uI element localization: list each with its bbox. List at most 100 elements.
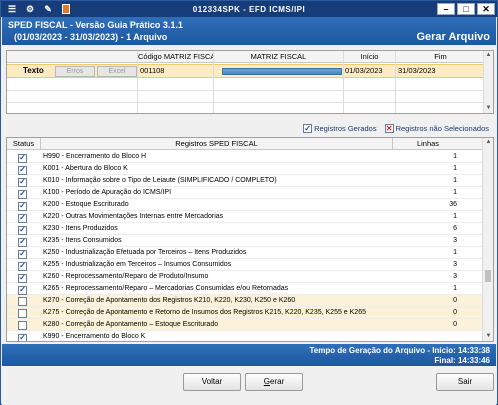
col-fim: Fim	[395, 51, 485, 63]
record-description: K100 - Período de Apuração do ICMS/IPI	[43, 189, 172, 196]
header-action-label: Gerar Arquivo	[416, 31, 490, 43]
settings-icon[interactable]: ⚙	[23, 3, 37, 15]
record-description: K270 - Correção de Apontamento dos Regis…	[43, 297, 296, 304]
table-row[interactable]: ✓ K230 - Itens Produzidos 6	[7, 223, 483, 235]
codigo-cell: 001108	[140, 66, 165, 75]
record-description: K235 - Itens Consumidos	[43, 237, 122, 244]
col-inicio: Início	[343, 51, 395, 63]
scroll-down-icon[interactable]: ▼	[484, 104, 493, 113]
grid-divider	[343, 51, 344, 113]
table-row[interactable]: ✓ K250 - Industrialização Efetuada por Te…	[7, 247, 483, 259]
close-button[interactable]: ✕	[477, 3, 495, 15]
unchecked-checkbox[interactable]	[18, 321, 27, 330]
checked-checkbox[interactable]: ✓	[18, 285, 27, 295]
erros-button[interactable]: Erros	[55, 66, 95, 77]
legend-nao-label: Registros não Selecionados	[395, 124, 489, 133]
record-description: K230 - Itens Produzidos	[43, 225, 118, 232]
window-title: 012334SPK - EFD ICMS/IPI	[192, 4, 306, 14]
record-lines: 3	[453, 261, 457, 268]
file-row-label: Texto	[23, 66, 44, 75]
header-banner: SPED FISCAL - Versão Guia Prático 3.1.1 …	[2, 17, 496, 45]
record-description: K265 - Reprocessamento/Reparo – Mercador…	[43, 285, 289, 292]
col-linhas: Linhas	[416, 139, 440, 148]
record-lines: 0	[453, 309, 457, 316]
table-row[interactable]: ✓ K990 - Encerramento do Bloco K	[7, 331, 483, 341]
checked-checkbox[interactable]: ✓	[18, 225, 27, 235]
gerar-button[interactable]: Gerar	[245, 373, 303, 391]
records-grid: Status Registros SPED FISCAL Linhas ✓ H99…	[6, 137, 494, 342]
redacted-field	[222, 68, 342, 75]
table-row[interactable]: ✓ K010 - Informação sobre o Tipo de Leiau…	[7, 175, 483, 187]
title-bar: ☰ ⚙ ✎ 012334SPK - EFD ICMS/IPI – □ ✕	[1, 1, 497, 17]
checked-checkbox[interactable]: ✓	[18, 189, 27, 199]
checked-icon: ✓	[303, 123, 313, 133]
table-row[interactable]: K270 - Correção de Apontamento dos Regis…	[7, 295, 483, 307]
scroll-up-icon[interactable]: ▲	[484, 138, 493, 147]
scroll-thumb[interactable]	[485, 270, 491, 282]
grid-divider	[395, 51, 396, 113]
checked-checkbox[interactable]: ✓	[18, 165, 27, 175]
header-title: SPED FISCAL - Versão Guia Prático 3.1.1	[8, 20, 183, 30]
table-row[interactable]: ✓ K001 - Abertura do Bloco K 1	[7, 163, 483, 175]
unchecked-checkbox[interactable]	[18, 309, 27, 318]
checked-checkbox[interactable]: ✓	[18, 273, 27, 283]
tools-icon[interactable]: ✎	[41, 3, 55, 15]
file-row[interactable]: Texto Erros Excel 001108 01/03/2023 31/0…	[7, 64, 485, 78]
file-grid: Código MATRIZ FISCAL MATRIZ FISCAL Iníci…	[6, 50, 494, 114]
record-description: K255 - Industrialização em Terceiros – I…	[43, 261, 232, 268]
checked-checkbox[interactable]: ✓	[18, 213, 27, 223]
legend: ✓ Registros Gerados ✕ Registros não Sele…	[303, 124, 489, 133]
file-grid-scrollbar[interactable]: ▲ ▼	[483, 51, 493, 113]
checked-checkbox[interactable]: ✓	[18, 153, 27, 163]
excel-button[interactable]: Excel	[97, 66, 137, 77]
table-row[interactable]: ✓ H990 - Encerramento do Bloco H 1	[7, 151, 483, 163]
app-menu-icon[interactable]: ☰	[5, 3, 19, 15]
table-row[interactable]: ✓ K200 - Estoque Escriturado 36	[7, 199, 483, 211]
table-row[interactable]: ✓ K260 - Reprocessamento/Reparo de Produt…	[7, 271, 483, 283]
inicio-cell: 01/03/2023	[345, 66, 383, 75]
table-row[interactable]: ✓ K255 - Industrialização em Terceiros – …	[7, 259, 483, 271]
table-row[interactable]: ✓ K100 - Período de Apuração do ICMS/IPI 1	[7, 187, 483, 199]
record-description: K260 - Reprocessamento/Reparo de Produto…	[43, 273, 209, 280]
scroll-up-icon[interactable]: ▲	[484, 51, 493, 60]
generation-end: Final: 14:33:46	[434, 356, 490, 365]
record-lines	[397, 331, 457, 341]
record-lines: 0	[453, 297, 457, 304]
scroll-down-icon[interactable]: ▼	[484, 332, 493, 341]
record-description: H990 - Encerramento do Bloco H	[43, 153, 147, 160]
checked-checkbox[interactable]: ✓	[18, 333, 27, 341]
app-window: ☰ ⚙ ✎ 012334SPK - EFD ICMS/IPI – □ ✕ SPE…	[0, 0, 498, 405]
record-description: K010 - Informação sobre o Tipo de Leiaut…	[43, 177, 277, 184]
table-row[interactable]: ✓ K265 - Reprocessamento/Reparo – Mercado…	[7, 283, 483, 295]
book-icon[interactable]	[59, 3, 73, 15]
col-status: Status	[7, 138, 41, 150]
file-grid-header: Código MATRIZ FISCAL MATRIZ FISCAL Iníci…	[7, 51, 485, 63]
empty-row	[7, 79, 485, 91]
generation-start: Tempo de Geração do Arquivo - Início: 14…	[309, 346, 490, 355]
record-description: K220 - Outras Movimentações Internas ent…	[43, 213, 224, 220]
checked-checkbox[interactable]: ✓	[18, 237, 27, 247]
checked-checkbox[interactable]: ✓	[18, 201, 27, 211]
table-row[interactable]: K275 - Correção de Apontamento e Retorno…	[7, 307, 483, 319]
maximize-button[interactable]: □	[457, 3, 475, 15]
empty-row	[7, 91, 485, 103]
record-lines: 1	[453, 249, 457, 256]
table-row[interactable]: ✓ K220 - Outras Movimentações Internas en…	[7, 211, 483, 223]
minimize-button[interactable]: –	[437, 3, 455, 15]
grid-divider	[137, 51, 138, 113]
footer: Voltar Gerar Sair	[2, 367, 496, 405]
col-matriz-fiscal: MATRIZ FISCAL	[213, 51, 343, 63]
checked-checkbox[interactable]: ✓	[18, 261, 27, 271]
checked-checkbox[interactable]: ✓	[18, 177, 27, 187]
legend-gerados-label: Registros Gerados	[314, 124, 377, 133]
records-scrollbar[interactable]: ▲ ▼	[482, 138, 493, 341]
sair-button[interactable]: Sair	[436, 373, 494, 391]
x-icon: ✕	[384, 123, 394, 133]
voltar-button[interactable]: Voltar	[183, 373, 241, 391]
record-lines: 1	[453, 189, 457, 196]
table-row[interactable]: K280 - Correção de Apontamento – Estoque…	[7, 319, 483, 331]
fim-cell: 31/03/2023	[398, 66, 436, 75]
table-row[interactable]: ✓ K235 - Itens Consumidos 3	[7, 235, 483, 247]
checked-checkbox[interactable]: ✓	[18, 249, 27, 259]
unchecked-checkbox[interactable]	[18, 297, 27, 306]
